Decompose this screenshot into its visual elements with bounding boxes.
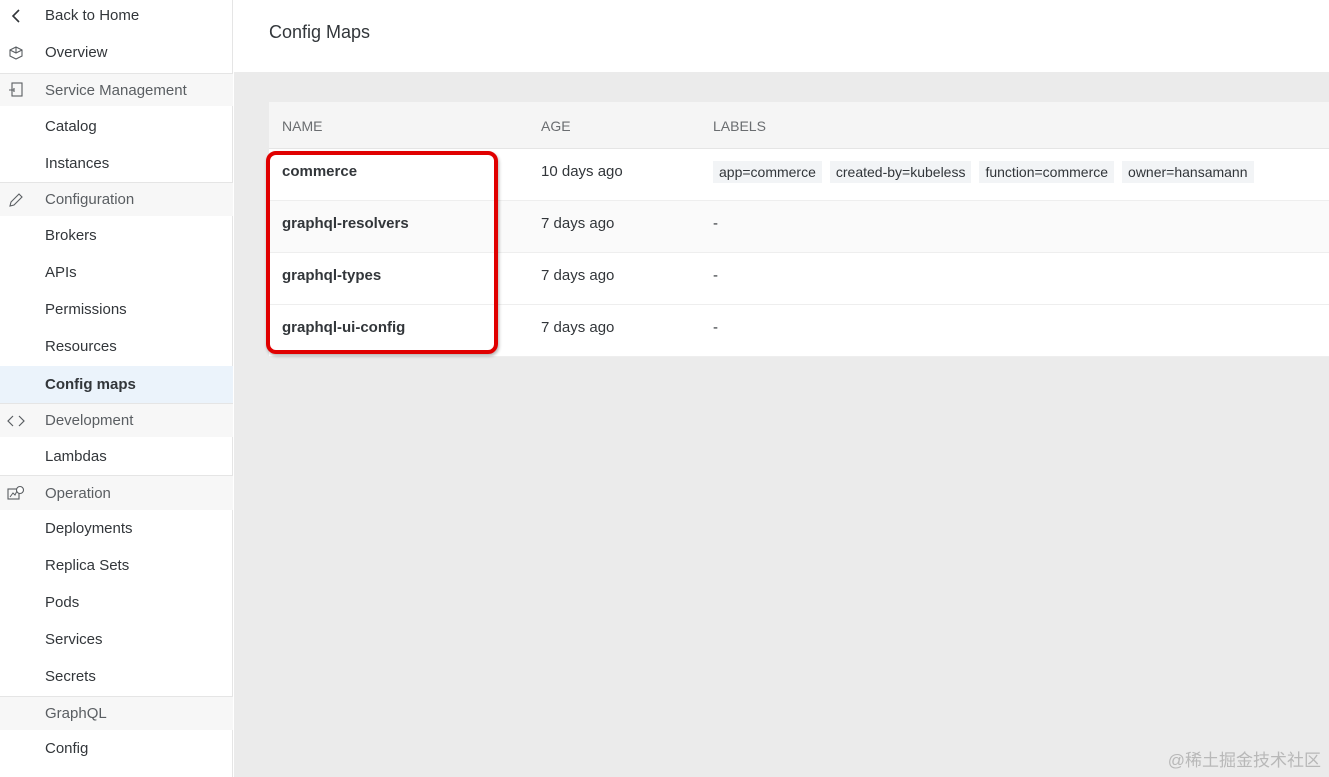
sidebar-item-label: Catalog (45, 118, 97, 135)
config-map-age: 10 days ago (541, 163, 623, 180)
config-map-name-link[interactable]: commerce (282, 163, 357, 180)
edit-icon (7, 191, 25, 209)
table-row[interactable]: graphql-ui-config 7 days ago - (269, 305, 1329, 357)
sidebar-item-label: Services (45, 631, 103, 648)
sidebar-item-config[interactable]: Config (0, 732, 233, 765)
sidebar-item-replica-sets[interactable]: Replica Sets (0, 549, 233, 582)
config-map-name-link[interactable]: graphql-ui-config (282, 319, 405, 336)
column-header-name[interactable]: NAME (282, 118, 322, 134)
sidebar-item-catalog[interactable]: Catalog (0, 110, 233, 143)
sidebar-item-label: Secrets (45, 668, 96, 685)
sidebar-item-secrets[interactable]: Secrets (0, 660, 233, 693)
label-chip: function=commerce (979, 161, 1115, 183)
config-map-age: 7 days ago (541, 267, 615, 284)
code-icon (7, 412, 25, 430)
table-row[interactable]: commerce 10 days ago app=commerce create… (269, 149, 1329, 201)
label-chip: owner=hansamann (1122, 161, 1254, 183)
sidebar-section-service-management[interactable]: Service Management (0, 73, 233, 106)
sidebar-item-label: Brokers (45, 227, 97, 244)
sidebar-item-permissions[interactable]: Permissions (0, 293, 233, 326)
page-header: Config Maps (234, 0, 1329, 72)
sidebar-item-deployments[interactable]: Deployments (0, 512, 233, 545)
sidebar-item-label: Replica Sets (45, 557, 130, 574)
table-row[interactable]: graphql-resolvers 7 days ago - (269, 201, 1329, 253)
sidebar-item-label: Permissions (45, 301, 127, 318)
label-chip: app=commerce (713, 161, 822, 183)
sidebar-section-development[interactable]: Development (0, 403, 233, 437)
config-map-age: 7 days ago (541, 215, 615, 232)
sidebar-item-lambdas[interactable]: Lambdas (0, 440, 233, 473)
sidebar-item-instances[interactable]: Instances (0, 147, 233, 180)
sidebar-item-overview[interactable]: Overview (0, 36, 233, 69)
sidebar-item-label: Overview (45, 44, 108, 61)
config-maps-table: NAME AGE LABELS commerce 10 days ago app… (269, 102, 1329, 357)
sidebar-section-operation[interactable]: Operation (0, 475, 233, 510)
sidebar: Back to Home Overview Service Management… (0, 0, 233, 777)
column-header-labels: LABELS (713, 118, 766, 134)
column-header-age[interactable]: AGE (541, 118, 571, 134)
label-chip: created-by=kubeless (829, 161, 972, 183)
config-map-labels: - (713, 319, 718, 336)
sidebar-item-services[interactable]: Services (0, 623, 233, 656)
sidebar-item-label: Config maps (45, 376, 136, 393)
watermark: @稀土掘金技术社区 (1167, 751, 1321, 770)
sidebar-item-label: Config (45, 740, 89, 757)
main-content: Config Maps NAME AGE LABELS commerce 10 … (234, 0, 1329, 777)
sidebar-item-label: Back to Home (45, 7, 140, 24)
sidebar-item-config-maps[interactable]: Config maps (0, 366, 233, 403)
sidebar-item-pods[interactable]: Pods (0, 586, 233, 619)
sidebar-section-graphql[interactable]: GraphQL (0, 696, 233, 730)
sidebar-item-brokers[interactable]: Brokers (0, 219, 233, 252)
config-map-labels: - (713, 215, 718, 232)
sidebar-item-label: Pods (45, 594, 80, 611)
sidebar-section-configuration[interactable]: Configuration (0, 182, 233, 216)
operation-icon (7, 484, 25, 502)
chevron-left-icon (7, 7, 25, 25)
sidebar-item-label: Configuration (45, 191, 135, 208)
sidebar-item-label: APIs (45, 264, 77, 281)
page-title: Config Maps (269, 22, 371, 42)
sidebar-item-label: Instances (45, 155, 110, 172)
sidebar-item-label: Deployments (45, 520, 133, 537)
sidebar-item-apis[interactable]: APIs (0, 256, 233, 289)
cube-icon (7, 44, 25, 62)
config-map-labels: - (713, 267, 718, 284)
sidebar-item-label: Lambdas (45, 448, 107, 465)
sidebar-item-label: Development (45, 412, 134, 429)
sidebar-item-label: Service Management (45, 81, 187, 99)
service-icon (7, 81, 25, 99)
config-map-name-link[interactable]: graphql-resolvers (282, 215, 409, 232)
sidebar-item-label: GraphQL (45, 705, 107, 722)
back-to-home-link[interactable]: Back to Home (0, 0, 233, 31)
sidebar-item-label: Operation (45, 484, 111, 502)
sidebar-item-resources[interactable]: Resources (0, 330, 233, 363)
config-map-age: 7 days ago (541, 319, 615, 336)
sidebar-item-label: Resources (45, 338, 117, 355)
config-map-name-link[interactable]: graphql-types (282, 267, 381, 284)
table-header: NAME AGE LABELS (269, 102, 1329, 149)
config-map-labels: app=commerce created-by=kubeless functio… (713, 161, 1254, 183)
table-row[interactable]: graphql-types 7 days ago - (269, 253, 1329, 305)
